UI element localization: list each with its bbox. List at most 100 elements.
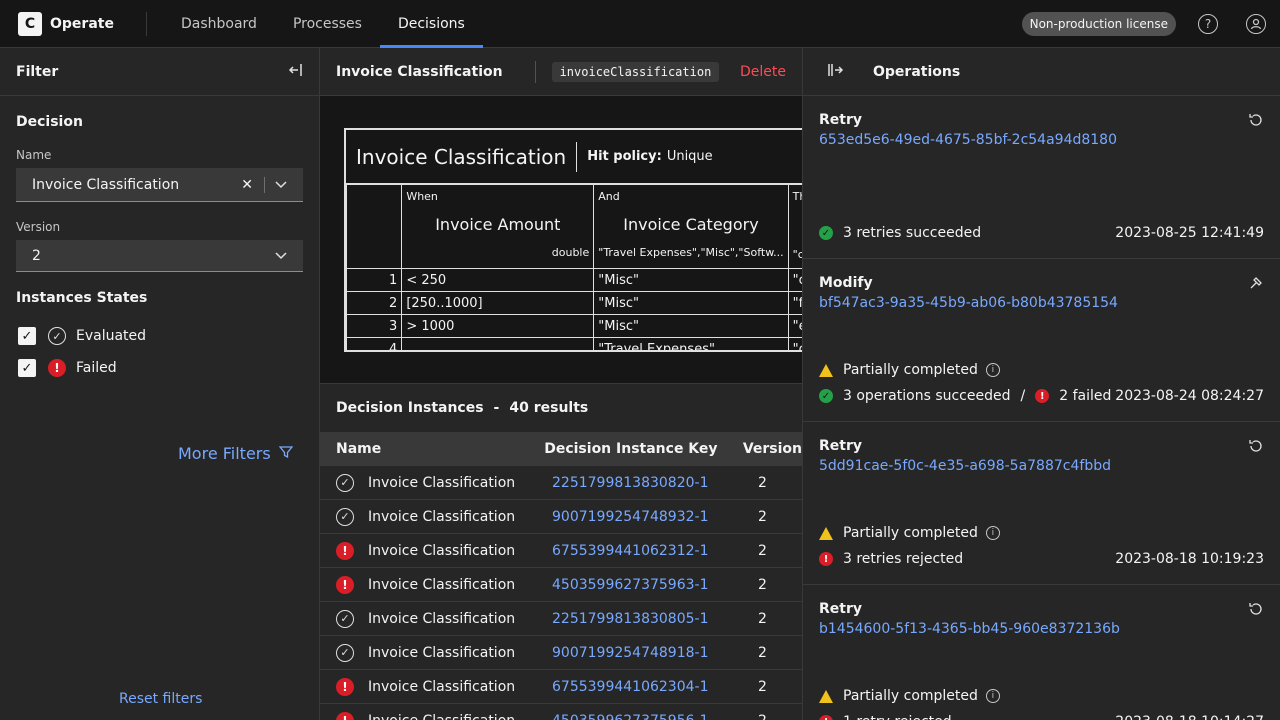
table-row[interactable]: ✓ Invoice Classification 2251799813830820-… — [320, 466, 802, 500]
name-combobox[interactable]: Invoice Classification ✕ — [16, 168, 303, 202]
failed-icon: ! — [48, 359, 66, 377]
help-icon[interactable]: ? — [1198, 14, 1218, 34]
instance-version: 2 — [758, 713, 767, 720]
version-select[interactable]: 2 — [16, 240, 303, 272]
rule-row: 1 < 250 "Misc" "c — [346, 268, 802, 292]
error-icon: ! — [819, 552, 833, 566]
table-row[interactable]: ! Invoice Classification4503599627375956-… — [320, 704, 802, 720]
rule-index-header — [346, 184, 403, 269]
operations-title: Operations — [873, 63, 961, 80]
error-icon: ! — [1035, 389, 1050, 403]
state-label: Failed — [76, 360, 117, 376]
collapse-panel-icon[interactable] — [287, 62, 303, 82]
instance-key-link[interactable]: 2251799813830805-1 — [552, 611, 758, 627]
warning-icon — [819, 363, 833, 377]
decision-main-panel: Invoice Classification invoiceClassifica… — [320, 48, 802, 720]
table-row[interactable]: ! Invoice Classification 6755399441062312-… — [320, 534, 802, 568]
rule-cell: "Misc" — [593, 291, 789, 315]
expand-panel-icon[interactable] — [827, 62, 845, 82]
table-row[interactable]: ! Invoice Classification 6755399441062304-… — [320, 670, 802, 704]
more-filters-label: More Filters — [178, 444, 271, 463]
app-name[interactable]: Operate — [50, 16, 114, 32]
output-type: "c — [792, 248, 802, 261]
chevron-down-icon[interactable] — [275, 177, 287, 193]
dmn-viewer[interactable]: Invoice Classification Hit policy: Uniqu… — [320, 96, 802, 384]
info-icon[interactable]: i — [985, 526, 1000, 540]
partial-label: Partially completed — [843, 688, 978, 704]
column-header-name[interactable]: Name — [336, 441, 544, 457]
instance-version: 2 — [758, 542, 767, 559]
table-row[interactable]: ✓ Invoice Classification 9007199254748932-… — [320, 500, 802, 534]
output-column-header: Th "c — [787, 184, 802, 269]
instances-header: Decision Instances - 40 results — [320, 384, 802, 432]
input-name: Invoice Category — [623, 215, 759, 234]
operation-id-link[interactable]: bf547ac3-9a35-45b9-ab06-b80b43785154 — [819, 295, 1264, 311]
retry-icon — [1248, 601, 1264, 621]
result-status: ✓ 3 operations succeeded /! 2 failed 2023-08… — [819, 388, 1264, 404]
failed-icon: ! — [336, 541, 354, 560]
decision-table: Invoice Classification Hit policy: Uniqu… — [344, 128, 802, 352]
operation-id-link[interactable]: 653ed5e6-49ed-4675-85bf-2c54a94d8180 — [819, 132, 1264, 148]
operation-id-link[interactable]: 5dd91cae-5f0c-4e35-a698-5a7887c4fbbd — [819, 458, 1264, 474]
rule-cell — [401, 337, 595, 350]
version-value: 2 — [32, 247, 41, 264]
operation-item: Retry b1454600-5f13-4365-bb45-960e8372136… — [803, 585, 1280, 720]
delete-button[interactable]: Delete — [740, 64, 786, 80]
checkbox-checked-icon[interactable]: ✓ — [18, 359, 36, 377]
input-column-header: When Invoice Amount double — [401, 184, 595, 269]
nav-tab-decisions[interactable]: Decisions — [379, 0, 483, 48]
info-icon[interactable]: i — [985, 363, 1000, 377]
retry-icon — [1248, 112, 1264, 132]
modify-icon — [1248, 275, 1264, 295]
hit-policy-label: Hit policy: — [587, 149, 662, 164]
filter-header: Filter — [0, 48, 319, 96]
header-divider — [534, 60, 536, 83]
name-value: Invoice Classification — [32, 176, 180, 193]
success-text: 3 retries succeeded — [843, 225, 982, 241]
rule-index: 4 — [346, 337, 403, 350]
instance-key-link[interactable]: 6755399441062312-1 — [552, 543, 758, 559]
more-filters-button[interactable]: More Filters — [178, 444, 294, 463]
instance-key-link[interactable]: 4503599627375956-1 — [552, 713, 758, 720]
table-row[interactable]: ! Invoice Classification 4503599627375963-… — [320, 568, 802, 602]
result-status: ! 1 retry rejected 2023-08-18 10:14:27 — [819, 714, 1264, 720]
instance-version: 2 — [758, 678, 767, 695]
nav-tab-processes[interactable]: Processes — [275, 0, 380, 48]
chevron-down-icon[interactable] — [275, 248, 287, 264]
nav-divider — [145, 11, 147, 36]
column-header-key[interactable]: Decision Instance Key — [544, 441, 743, 457]
warning-icon — [819, 526, 833, 540]
instance-key-link[interactable]: 9007199254748918-1 — [552, 645, 758, 661]
column-header-version[interactable]: Version — [743, 441, 802, 457]
operation-type: Retry — [819, 112, 862, 128]
table-row[interactable]: ✓ Invoice Classification 9007199254748918-… — [320, 636, 802, 670]
operation-date: 2023-08-25 12:41:49 — [1115, 225, 1264, 241]
hit-policy-value: Unique — [666, 149, 713, 164]
partial-status: Partially completed i — [819, 525, 1264, 541]
instance-key-link[interactable]: 2251799813830820-1 — [552, 475, 758, 491]
instance-version: 2 — [758, 576, 767, 593]
reset-filters-button[interactable]: Reset filters — [119, 691, 202, 707]
clear-icon[interactable]: ✕ — [241, 177, 253, 193]
checkbox-checked-icon[interactable]: ✓ — [18, 327, 36, 345]
user-icon[interactable] — [1246, 14, 1266, 34]
fail-text: 3 retries rejected — [843, 551, 964, 567]
table-row[interactable]: ✓ Invoice Classification 2251799813830805-… — [320, 602, 802, 636]
operation-type: Retry — [819, 601, 862, 617]
instance-key-link[interactable]: 6755399441062304-1 — [552, 679, 758, 695]
camunda-logo[interactable]: C — [18, 11, 42, 36]
instance-key-link[interactable]: 4503599627375963-1 — [552, 577, 758, 593]
license-badge[interactable]: Non-production license — [1021, 12, 1176, 36]
state-label: Evaluated — [76, 328, 147, 344]
name-label: Name — [16, 148, 52, 162]
nav-tab-dashboard[interactable]: Dashboard — [163, 0, 275, 48]
instance-name: Invoice Classification — [368, 678, 516, 695]
partial-label: Partially completed — [843, 362, 978, 378]
state-failed-row[interactable]: ✓ ! Failed — [18, 352, 319, 384]
operation-item: Retry 653ed5e6-49ed-4675-85bf-2c54a94d818… — [803, 96, 1280, 259]
info-icon[interactable]: i — [985, 689, 1000, 703]
instance-key-link[interactable]: 9007199254748932-1 — [552, 509, 758, 525]
operation-id-link[interactable]: b1454600-5f13-4365-bb45-960e8372136b — [819, 621, 1264, 637]
state-evaluated-row[interactable]: ✓ ✓ Evaluated — [18, 320, 319, 352]
operation-date: 2023-08-18 10:19:23 — [1115, 551, 1264, 567]
